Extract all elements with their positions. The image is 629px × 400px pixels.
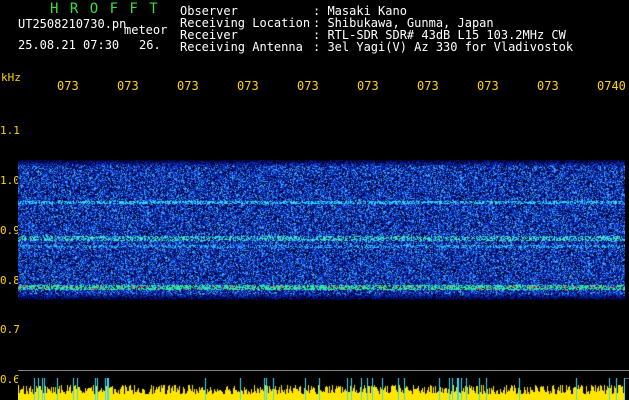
x-tick: 073: [237, 79, 259, 93]
x-tick: 073: [117, 79, 139, 93]
x-tick: 073: [537, 79, 559, 93]
hrofft-window: H R O F F T UT2508210730.pn meteor 25.08…: [0, 0, 629, 400]
spectrogram: [18, 160, 625, 300]
file-name-suffix: meteor: [124, 23, 168, 37]
baseline-divider: [18, 370, 629, 371]
y-tick: 1.1: [0, 124, 20, 137]
x-tick: 073: [297, 79, 319, 93]
file-name: UT2508210730.pn: [18, 17, 127, 31]
y-tick: 1.0: [0, 174, 20, 187]
y-tick: 0.6: [0, 373, 20, 386]
date-time: 25.08.21 07:30: [18, 38, 120, 52]
y-tick: 0.8: [0, 274, 20, 287]
x-tick: 073: [417, 79, 439, 93]
antenna-label: Receiving Antenna: [180, 40, 303, 54]
signal-level-canvas: [18, 378, 625, 400]
x-tick: 073: [477, 79, 499, 93]
x-tick: 0740: [597, 79, 626, 93]
echo-count: 26.: [139, 38, 161, 52]
signal-level-meter: [18, 378, 625, 400]
app-logo: H R O F F T: [50, 1, 160, 17]
spectrogram-canvas: [18, 160, 625, 300]
x-tick: 073: [357, 79, 379, 93]
y-axis-unit: kHz: [1, 71, 21, 84]
x-tick: 073: [177, 79, 199, 93]
y-tick: 0.9: [0, 224, 20, 237]
y-tick: 0.7: [0, 323, 20, 336]
antenna-value: : 3el Yagi(V) Az 330 for Vladivostok: [313, 40, 574, 54]
x-tick: 073: [57, 79, 79, 93]
